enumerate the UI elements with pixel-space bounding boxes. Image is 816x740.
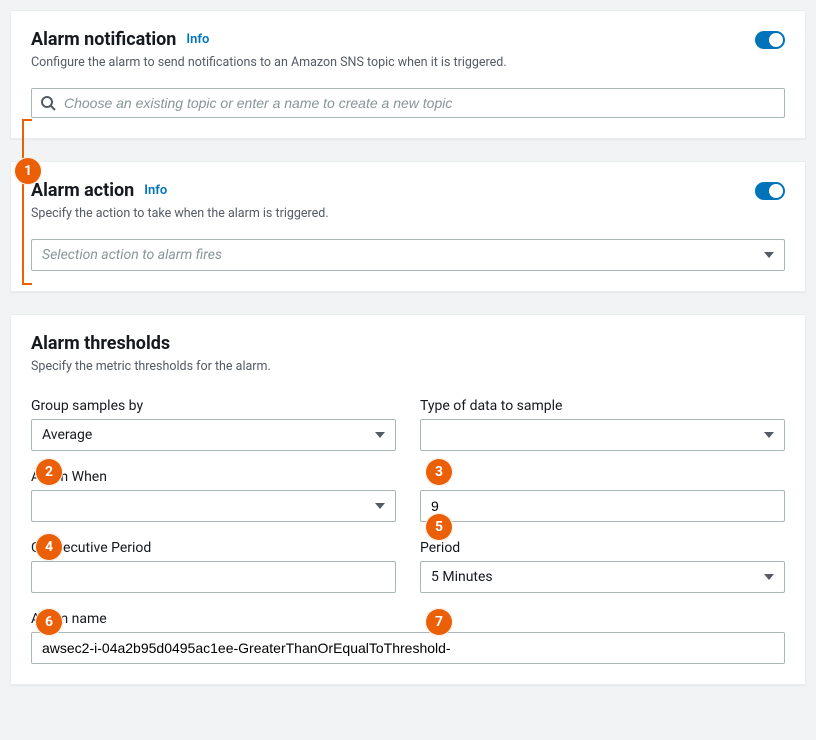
chevron-down-icon	[375, 503, 385, 509]
consecutive-period-label: Consecutive Period	[31, 540, 396, 556]
type-data-label: Type of data to sample	[420, 398, 785, 414]
info-link[interactable]: Info	[186, 32, 209, 47]
alarm-action-placeholder: Selection action to alarm fires	[42, 247, 222, 263]
alarm-thresholds-desc: Specify the metric thresholds for the al…	[31, 359, 785, 374]
alarm-when-field: Alarm When	[31, 469, 396, 522]
alarm-action-desc: Specify the action to take when the alar…	[31, 206, 785, 221]
search-icon	[40, 95, 56, 111]
threshold-value-label	[420, 469, 785, 485]
annotation-marker-2: 2	[35, 458, 63, 486]
alarm-name-label: Alarm name	[31, 611, 785, 627]
card-header: Alarm action Info	[31, 180, 785, 201]
annotation-marker-5: 5	[425, 513, 453, 541]
alarm-action-toggle[interactable]	[755, 182, 785, 200]
connector-line	[22, 283, 32, 285]
group-samples-value: Average	[42, 427, 92, 443]
alarm-when-select[interactable]	[31, 490, 396, 522]
group-samples-select[interactable]: Average	[31, 419, 396, 451]
type-data-field: Type of data to sample	[420, 398, 785, 451]
group-samples-field: Group samples by Average	[31, 398, 396, 451]
period-field: Period 5 Minutes	[420, 540, 785, 593]
alarm-action-select[interactable]: Selection action to alarm fires	[31, 239, 785, 271]
title-row: Alarm notification Info	[31, 29, 209, 50]
type-data-select[interactable]	[420, 419, 785, 451]
thresholds-grid: Group samples by Average Type of data to…	[31, 398, 785, 664]
annotation-marker-4: 4	[35, 533, 63, 561]
annotation-marker-3: 3	[425, 458, 453, 486]
period-select[interactable]: 5 Minutes	[420, 561, 785, 593]
consecutive-period-input[interactable]	[31, 561, 396, 593]
annotation-marker-1: 1	[14, 157, 42, 185]
chevron-down-icon	[764, 252, 774, 258]
group-samples-label: Group samples by	[31, 398, 396, 414]
period-value: 5 Minutes	[431, 569, 493, 585]
chevron-down-icon	[764, 432, 774, 438]
period-label: Period	[420, 540, 785, 556]
connector-line	[22, 119, 32, 121]
consecutive-period-field: Consecutive Period	[31, 540, 396, 593]
info-link[interactable]: Info	[144, 183, 167, 198]
alarm-when-label: Alarm When	[31, 469, 396, 485]
chevron-down-icon	[375, 432, 385, 438]
alarm-action-card: Alarm action Info Specify the action to …	[10, 161, 806, 292]
annotation-marker-7: 7	[425, 608, 453, 636]
card-header: Alarm notification Info	[31, 29, 785, 50]
alarm-notification-toggle[interactable]	[755, 31, 785, 49]
chevron-down-icon	[764, 574, 774, 580]
connector-line	[22, 119, 24, 283]
alarm-notification-desc: Configure the alarm to send notification…	[31, 55, 785, 70]
alarm-thresholds-card: Alarm thresholds Specify the metric thre…	[10, 314, 806, 685]
title-row: Alarm action Info	[31, 180, 167, 201]
alarm-name-input[interactable]	[31, 632, 785, 664]
alarm-name-field: Alarm name	[31, 611, 785, 664]
threshold-value-input[interactable]	[420, 490, 785, 522]
annotation-marker-6: 6	[35, 608, 63, 636]
alarm-action-title: Alarm action	[31, 180, 134, 201]
alarm-thresholds-title: Alarm thresholds	[31, 333, 170, 354]
sns-topic-search[interactable]	[31, 88, 785, 118]
alarm-notification-title: Alarm notification	[31, 29, 176, 50]
threshold-value-field	[420, 469, 785, 522]
alarm-notification-card: Alarm notification Info Configure the al…	[10, 10, 806, 139]
sns-topic-input[interactable]	[64, 95, 776, 111]
